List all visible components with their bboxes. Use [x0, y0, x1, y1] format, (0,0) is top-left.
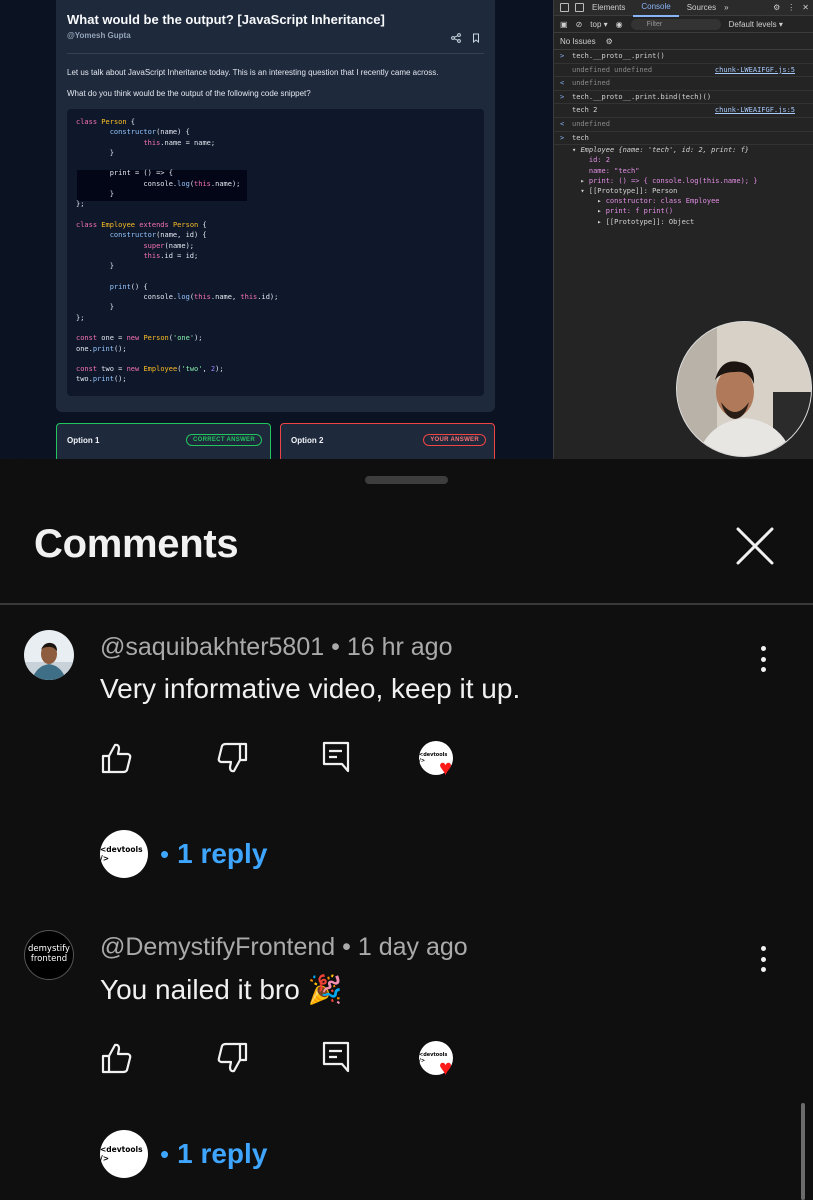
comments-sheet: Comments @saquibakhter5801 • 16 hr ago V…	[0, 459, 813, 1200]
your-answer-badge: YOUR ANSWER	[423, 434, 486, 446]
filter-input: Filter	[630, 18, 721, 30]
webcam-overlay	[676, 321, 812, 457]
divider	[67, 53, 484, 54]
more-tabs-icon: »	[724, 3, 729, 12]
creator-heart: <devtools /> ♥	[419, 741, 461, 783]
thumbs-up-icon	[101, 743, 132, 774]
console-line: < undefined	[554, 118, 813, 132]
code-text: class Person { constructor(name) { this.…	[76, 118, 279, 384]
inspect-icon	[560, 3, 569, 12]
console-output: > tech.__proto__.print() undefined undefi…	[554, 50, 813, 227]
tab-sources: Sources	[686, 2, 717, 12]
close-button[interactable]	[733, 524, 777, 568]
like-button[interactable]	[100, 1041, 134, 1075]
console-line: < undefined	[554, 77, 813, 91]
replies-toggle[interactable]: <devtools /> • 1 reply	[100, 1129, 267, 1179]
heart-icon: ♥	[439, 1055, 453, 1080]
close-icon	[736, 527, 774, 565]
comment-author[interactable]: @DemystifyFrontend	[100, 933, 335, 961]
thumbs-down-icon	[217, 1042, 248, 1073]
option-1-card: Option 1 CORRECT ANSWER	[56, 423, 271, 459]
meta-separator: •	[342, 933, 351, 961]
comment-time: 16 hr ago	[346, 633, 453, 661]
comment-text: You nailed it bro 🎉	[100, 974, 343, 1005]
reply-count[interactable]: 1 reply	[177, 1138, 267, 1170]
comment-time: 1 day ago	[357, 933, 468, 961]
thumbs-down-icon	[217, 742, 248, 773]
reply-button[interactable]	[319, 1039, 353, 1073]
reply-avatar: <devtools />	[100, 1130, 148, 1178]
question-title: What would be the output? [JavaScript In…	[67, 12, 385, 27]
device-toolbar-icon	[575, 3, 584, 12]
dislike-button[interactable]	[215, 1041, 249, 1075]
comment-reply-icon	[322, 741, 350, 773]
object-summary: Employee {name: 'tech', id: 2, print: f}	[580, 146, 750, 155]
option-label: Option 1	[67, 436, 100, 445]
kebab-icon: ⋮	[787, 3, 796, 12]
console-line: undefined undefined chunk-LWEAIFGF.js:5	[554, 64, 813, 78]
settings-icon: ⚙	[605, 36, 613, 46]
console-toolbar: ▣ ⊘ top ▾ ◉ Filter Default levels ▾	[554, 16, 813, 33]
tab-elements: Elements	[592, 2, 626, 12]
gear-icon: ⚙	[773, 3, 781, 12]
share-icon	[451, 30, 461, 43]
devtools-tabbar: Elements Console Sources » ⚙ ⋮ ✕	[554, 0, 813, 17]
reply-count[interactable]: 1 reply	[177, 838, 267, 870]
comment-menu-button[interactable]	[751, 944, 775, 974]
video-player[interactable]: What would be the output? [JavaScript In…	[0, 0, 813, 459]
divider	[0, 603, 813, 605]
reply-button[interactable]	[319, 739, 353, 773]
thumbs-up-icon	[101, 1043, 132, 1074]
context-select: top ▾	[590, 19, 608, 29]
presenter-image	[677, 322, 811, 456]
console-line: > tech.__proto__.print.bind(tech)()	[554, 91, 813, 105]
reply-separator: •	[160, 838, 170, 869]
object-tree: ▾ Employee {name: 'tech', id: 2, print: …	[572, 146, 758, 226]
drag-handle[interactable]	[365, 476, 448, 484]
like-button[interactable]	[100, 741, 134, 775]
sidebar-toggle-icon: ▣	[560, 19, 568, 29]
sheet-title: Comments	[34, 522, 239, 566]
dislike-button[interactable]	[215, 741, 249, 775]
console-line: tech 2 chunk-LWEAIFGF.js:5	[554, 104, 813, 118]
comment-author[interactable]: @saquibakhter5801	[100, 633, 324, 661]
meta-separator: •	[331, 633, 340, 661]
avatar[interactable]: demystify frontend	[24, 930, 74, 980]
issues-label: No Issues	[560, 36, 596, 46]
avatar[interactable]	[24, 630, 74, 680]
console-line: > tech.__proto__.print()	[554, 50, 813, 64]
question-paragraph: Let us talk about JavaScript Inheritance…	[67, 68, 439, 77]
reply-avatar: <devtools />	[100, 830, 148, 878]
avatar-text: demystify frontend	[28, 944, 70, 964]
question-card: What would be the output? [JavaScript In…	[56, 0, 495, 412]
bookmark-icon	[471, 30, 481, 44]
scrollbar[interactable]	[801, 1103, 805, 1200]
option-2-card: Option 2 YOUR ANSWER	[280, 423, 495, 459]
clear-console-icon: ⊘	[575, 19, 583, 29]
comment-meta: @DemystifyFrontend • 1 day ago	[100, 933, 468, 962]
code-snippet: class Person { constructor(name) { this.…	[67, 109, 484, 396]
comment-menu-button[interactable]	[751, 644, 775, 674]
levels-select: Default levels ▾	[728, 19, 783, 29]
comment-text: Very informative video, keep it up.	[100, 673, 521, 704]
option-label: Option 2	[291, 436, 324, 445]
reply-separator: •	[160, 1138, 170, 1169]
question-paragraph: What do you think would be the output of…	[67, 89, 311, 98]
tab-console: Console	[633, 0, 679, 17]
question-author: @Yomesh Gupta	[67, 31, 131, 40]
comment-reply-icon	[322, 1041, 350, 1073]
comment-meta: @saquibakhter5801 • 16 hr ago	[100, 633, 452, 662]
replies-toggle[interactable]: <devtools /> • 1 reply	[100, 829, 267, 879]
quiz-page: What would be the output? [JavaScript In…	[0, 0, 553, 459]
heart-icon: ♥	[439, 755, 453, 780]
console-line: > tech	[554, 132, 813, 146]
correct-answer-badge: CORRECT ANSWER	[186, 434, 262, 446]
issues-bar: No Issues ⚙	[554, 33, 813, 50]
creator-heart: <devtools /> ♥	[419, 1041, 461, 1083]
eye-icon: ◉	[615, 19, 623, 29]
close-icon: ✕	[802, 3, 809, 12]
